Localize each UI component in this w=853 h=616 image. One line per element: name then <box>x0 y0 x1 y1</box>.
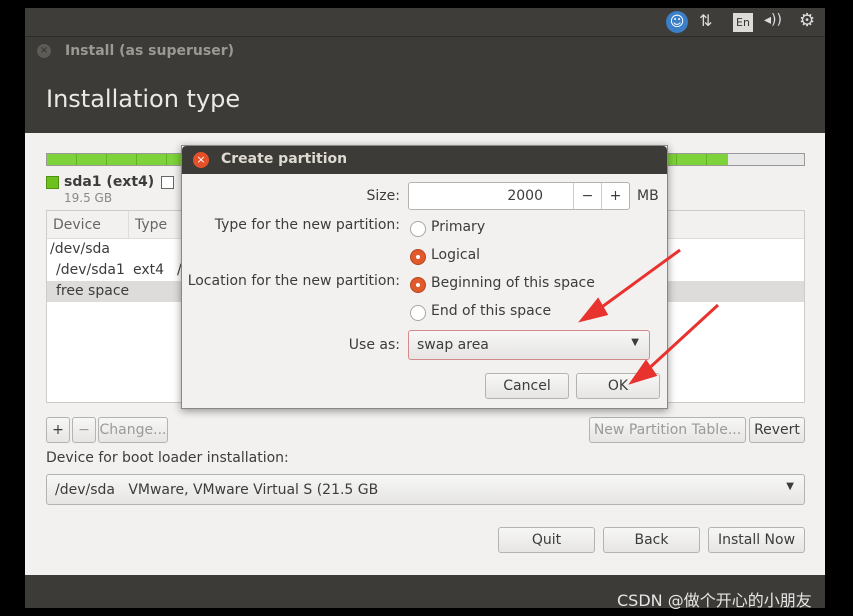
arrowhead <box>578 297 609 323</box>
arrow-to-end-of-space <box>594 248 681 314</box>
annotation-arrows <box>578 248 720 385</box>
watermark: CSDN @做个开心的小朋友 <box>617 591 812 610</box>
arrow-to-ok <box>643 303 720 374</box>
